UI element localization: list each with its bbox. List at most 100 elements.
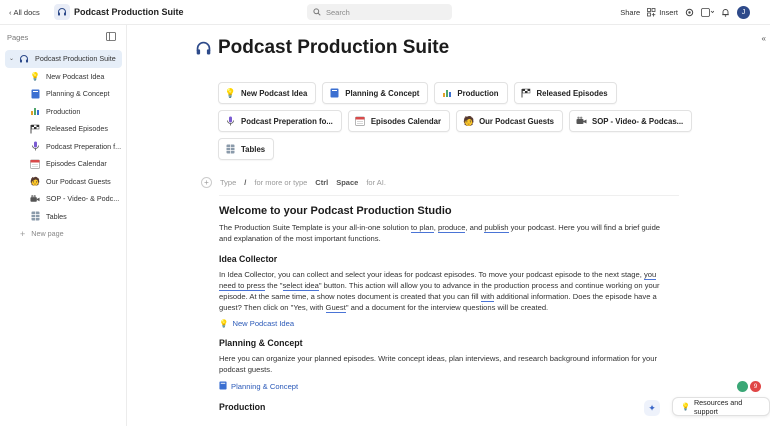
notebook-icon	[329, 88, 340, 99]
doc-title: Podcast Production Suite	[74, 7, 184, 17]
idea-collector-heading: Idea Collector	[219, 254, 278, 264]
link-select-idea[interactable]: select idea	[282, 281, 319, 291]
top-bar: ‹ All docs Podcast Production Suite Sear…	[0, 0, 770, 25]
page-title: Podcast Production Suite	[195, 37, 449, 59]
ai-sparkle-button[interactable]: ✦	[644, 400, 660, 416]
placeholder-slash: /	[244, 178, 247, 187]
planning-heading: Planning & Concept	[219, 338, 303, 348]
sidebar-item-tables[interactable]: Tables	[5, 208, 122, 226]
sidebar-item-our-podcast-guests[interactable]: 🧑 Our Podcast Guests	[5, 173, 122, 191]
video-camera-icon	[576, 116, 587, 127]
text-run: The Production Suite Template is your al…	[219, 223, 411, 232]
sidebar-item-root[interactable]: ⌄ Podcast Production Suite	[5, 50, 122, 68]
new-page-button[interactable]: + New page	[5, 225, 122, 243]
headphones-icon	[196, 41, 211, 54]
placeholder-more: for more or type	[254, 178, 308, 187]
plus-icon: +	[20, 228, 26, 239]
chip-planning-concept[interactable]: Planning & Concept	[322, 82, 429, 104]
doc-logo[interactable]	[54, 4, 70, 20]
sidebar-item-production[interactable]: Production	[5, 103, 122, 121]
checkered-flag-icon	[30, 124, 40, 134]
resources-support-button[interactable]: 💡 Resources and support	[672, 397, 770, 416]
notebook-icon	[219, 381, 227, 392]
sidebar-item-sop-video[interactable]: SOP - Video- & Podc...	[5, 190, 122, 208]
lightbulb-icon: 💡	[219, 319, 229, 328]
headphones-icon	[19, 54, 29, 64]
page-title-text: Podcast Production Suite	[218, 37, 450, 58]
idea-paragraph: In Idea Collector, you can collect and s…	[219, 269, 669, 313]
gear-icon[interactable]	[685, 8, 694, 17]
sidebar-item-label: Planning & Concept	[46, 89, 110, 99]
guest-icon: 🧑	[462, 115, 475, 126]
bar-chart-icon	[441, 88, 452, 99]
chip-our-podcast-guests[interactable]: 🧑 Our Podcast Guests	[456, 110, 564, 132]
placeholder-space: Space	[336, 178, 359, 187]
intro-paragraph: The Production Suite Template is your al…	[219, 222, 669, 244]
link-label: New Podcast Idea	[232, 319, 295, 328]
chip-episodes-calendar[interactable]: Episodes Calendar	[347, 110, 451, 132]
link-produce[interactable]: produce	[437, 223, 466, 233]
planning-concept-link[interactable]: Planning & Concept	[219, 381, 669, 392]
chip-label: New Podcast Idea	[241, 88, 308, 98]
planning-paragraph: Here you can organize your planned episo…	[219, 354, 658, 374]
document-body: Welcome to your Podcast Production Studi…	[219, 205, 669, 417]
chip-new-podcast-idea[interactable]: 💡 New Podcast Idea	[218, 82, 317, 104]
sidebar-item-released-episodes[interactable]: Released Episodes	[5, 120, 122, 138]
new-page-label: New page	[31, 229, 64, 239]
chip-released-episodes[interactable]: Released Episodes	[513, 82, 617, 104]
text-run: In Idea Collector, you can collect and s…	[219, 270, 644, 279]
sidebar-item-label: Episodes Calendar	[46, 159, 107, 169]
sidebar-item-label: Podcast Production Suite	[35, 54, 116, 64]
insert-icon	[647, 8, 656, 17]
placeholder-ctrl: Ctrl	[315, 178, 329, 187]
plus-icon[interactable]: +	[201, 177, 212, 188]
bar-chart-icon	[30, 106, 40, 116]
welcome-heading: Welcome to your Podcast Production Studi…	[219, 205, 452, 217]
sidebar-item-label: New Podcast Idea	[46, 71, 105, 81]
editor-placeholder[interactable]: + Type / for more or type Ctrl Space for…	[201, 177, 386, 188]
bell-icon[interactable]	[721, 8, 730, 17]
all-docs-link[interactable]: ‹ All docs	[9, 8, 40, 17]
sidebar-item-new-podcast-idea[interactable]: 💡 New Podcast Idea	[5, 68, 122, 86]
table-icon	[225, 144, 236, 155]
chevron-down-icon[interactable]: ⌄	[9, 55, 14, 62]
sidebar-toggle-icon[interactable]	[106, 32, 116, 41]
embed-icon[interactable]	[701, 8, 714, 17]
search-input[interactable]: Search	[307, 4, 452, 20]
chip-label: Released Episodes	[536, 88, 608, 98]
avatar[interactable]: J	[737, 6, 750, 19]
calendar-icon	[30, 159, 40, 169]
all-docs-label: All docs	[13, 8, 40, 17]
link-with[interactable]: with	[480, 292, 495, 302]
sidebar-item-label: Our Podcast Guests	[46, 176, 111, 186]
sidebar-item-episodes-calendar[interactable]: Episodes Calendar	[5, 155, 122, 173]
search-placeholder: Search	[326, 7, 350, 17]
chip-tables[interactable]: Tables	[218, 138, 275, 160]
lightbulb-icon: 💡	[30, 71, 40, 81]
sidebar-item-planning-concept[interactable]: Planning & Concept	[5, 85, 122, 103]
link-guest[interactable]: Guest	[325, 303, 346, 313]
extension-badges: 9	[737, 381, 761, 392]
insert-button[interactable]: Insert	[647, 8, 678, 17]
share-button[interactable]: Share	[620, 8, 640, 17]
sidebar-header: Pages	[7, 33, 29, 42]
chip-sop-video[interactable]: SOP - Video- & Podcas...	[569, 110, 693, 132]
calendar-icon	[355, 116, 366, 127]
chip-label: Episodes Calendar	[370, 116, 442, 126]
resources-label: Resources and support	[693, 397, 743, 416]
link-to-plan[interactable]: to plan	[410, 223, 434, 233]
sidebar-item-podcast-preperation[interactable]: Podcast Preperation f...	[5, 138, 122, 156]
new-podcast-idea-link[interactable]: 💡 New Podcast Idea	[219, 319, 669, 328]
chip-production[interactable]: Production	[434, 82, 508, 104]
sidebar-item-label: Production	[46, 106, 81, 116]
chip-podcast-preperation[interactable]: Podcast Preperation fo...	[218, 110, 342, 132]
guest-icon: 🧑	[30, 176, 40, 186]
notebook-icon	[30, 89, 40, 99]
microphone-icon	[30, 141, 40, 151]
link-publish[interactable]: publish	[484, 223, 509, 233]
notification-badge[interactable]: 9	[750, 381, 761, 392]
text-run: " and a document for the interview quest…	[345, 303, 549, 312]
page-links: 💡 New Podcast Idea Planning & Concept Pro…	[218, 82, 693, 166]
double-chevron-left-icon[interactable]: «	[762, 34, 766, 43]
grammar-extension-icon[interactable]	[737, 381, 748, 392]
